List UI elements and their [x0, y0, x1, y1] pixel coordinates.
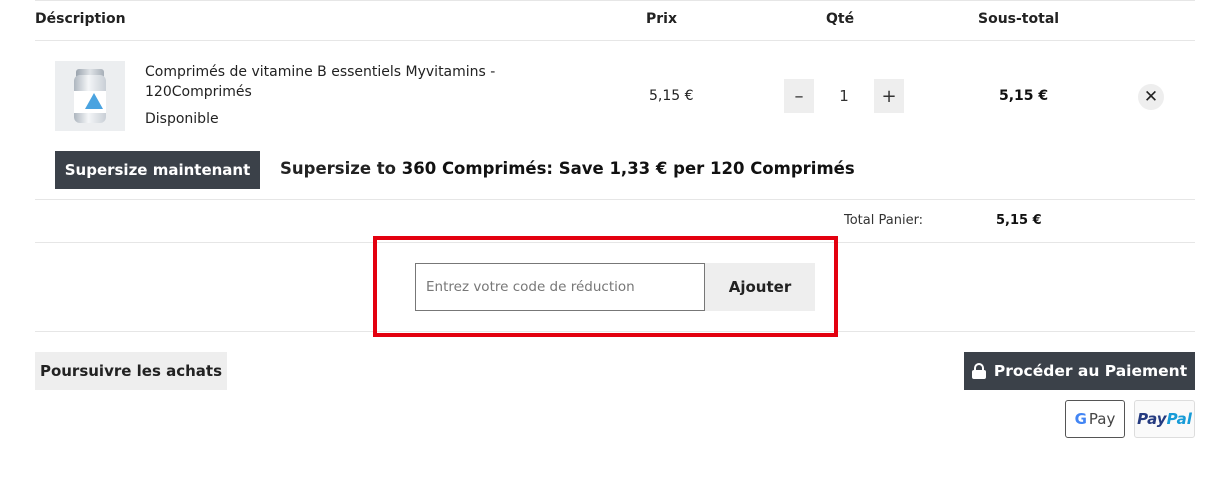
availability-status: Disponible [145, 111, 219, 127]
paypal-logo-part1: Pay [1137, 410, 1167, 428]
header-subtotal: Sous-total [978, 11, 1060, 27]
quantity-decrement-button[interactable]: – [784, 79, 814, 113]
google-g-icon: G [1074, 410, 1087, 428]
paypal-button[interactable]: Pay Pal [1134, 400, 1195, 438]
checkout-button-label: Procéder au Paiement [993, 362, 1188, 380]
checkout-button[interactable]: Procéder au Paiement [964, 352, 1195, 390]
continue-shopping-button[interactable]: Poursuivre les achats [35, 352, 227, 390]
header-price: Prix [646, 11, 677, 27]
close-icon: ✕ [1143, 87, 1159, 107]
supersize-button[interactable]: Supersize maintenant [55, 151, 260, 189]
lock-icon [971, 363, 986, 379]
item-price: 5,15 € [649, 88, 694, 104]
quantity-increment-button[interactable]: + [874, 79, 904, 113]
table-top-border [35, 0, 1195, 1]
header-qty: Qté [826, 11, 855, 27]
item-divider [35, 199, 1195, 200]
remove-item-button[interactable]: ✕ [1138, 84, 1164, 110]
paypal-logo-part2: Pal [1166, 410, 1192, 428]
cart-total-label: Total Panier: [844, 213, 924, 228]
google-pay-button[interactable]: G Pay [1065, 400, 1125, 438]
supersize-offer-highlight: 360 Comprimés: Save 1,33 € per 120 Compr… [401, 159, 855, 178]
cart-total-value: 5,15 € [996, 213, 1042, 228]
product-name[interactable]: Comprimés de vitamine B essentiels Myvit… [145, 62, 525, 102]
quantity-value: 1 [839, 87, 849, 105]
coupon-code-input[interactable] [415, 263, 705, 311]
apply-coupon-button[interactable]: Ajouter [705, 263, 815, 311]
gpay-text: Pay [1088, 410, 1116, 428]
item-subtotal: 5,15 € [999, 88, 1049, 104]
header-description: Déscription [35, 11, 126, 27]
supersize-offer-prefix: Supersize to [280, 159, 402, 178]
supersize-offer-text: Supersize to 360 Comprimés: Save 1,33 € … [280, 159, 855, 178]
header-divider [35, 40, 1195, 41]
product-image[interactable] [55, 61, 125, 131]
bottle-logo-shape [85, 93, 103, 109]
